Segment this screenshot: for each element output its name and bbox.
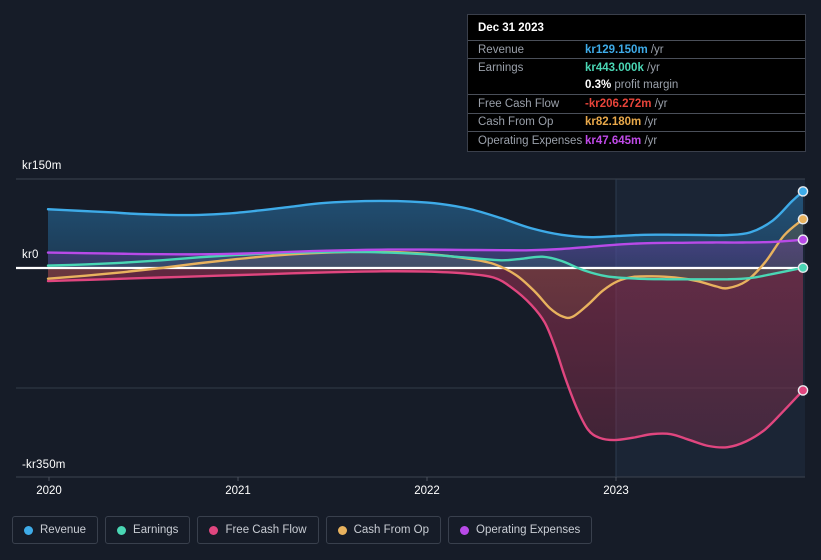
chart-legend: Revenue Earnings Free Cash Flow Cash From O…: [12, 516, 593, 544]
tooltip-row: Earnings kr443.000k /yr: [468, 58, 805, 76]
legend-color-dot: [460, 525, 470, 535]
endpoint-marker-free-cash-flow: [797, 385, 809, 396]
chart-tooltip: Dec 31 2023 Revenue kr129.150m /yr Earning…: [467, 14, 806, 152]
legend-label: Revenue: [40, 524, 87, 536]
x-axis-label-2020: 2020: [36, 485, 62, 497]
legend-label: Free Cash Flow: [225, 524, 307, 536]
y-axis-label-bottom: -kr350m: [22, 459, 66, 471]
legend-item-free-cash-flow[interactable]: Free Cash Flow: [197, 516, 319, 544]
x-axis-label-2023: 2023: [603, 485, 629, 497]
chart-screenshot: kr150m kr0 -kr350m 2020 2021 2022 2023 D…: [0, 0, 821, 560]
legend-item-revenue[interactable]: Revenue: [12, 516, 99, 544]
legend-color-dot: [117, 525, 127, 535]
legend-label: Earnings: [133, 524, 179, 536]
endpoint-marker-revenue: [797, 186, 809, 197]
area-freecashflow: [48, 268, 803, 448]
tooltip-row-value: kr47.645m /yr: [585, 134, 658, 147]
tooltip-row-label: Cash From Op: [478, 116, 554, 129]
legend-label: Cash From Op: [353, 524, 430, 536]
tooltip-row: Cash From Op kr82.180m /yr: [468, 112, 805, 131]
endpoint-marker-cash-from-op: [797, 213, 809, 225]
legend-item-earnings[interactable]: Earnings: [105, 516, 191, 544]
tooltip-row: 0.3% profit margin: [468, 77, 805, 94]
y-axis-label-top: kr150m: [22, 160, 62, 172]
tooltip-row-label: Revenue: [478, 43, 525, 56]
tooltip-row-label: Operating Expenses: [478, 134, 583, 147]
tooltip-row-value: kr443.000k /yr: [585, 62, 660, 75]
tooltip-date: Dec 31 2023: [478, 22, 544, 34]
tooltip-row-value: kr82.180m /yr: [585, 116, 658, 129]
tooltip-row-value: kr129.150m /yr: [585, 43, 664, 56]
y-axis-label-zero: kr0: [22, 249, 39, 261]
x-axis-label-2021: 2021: [225, 485, 251, 497]
x-axis-label-2022: 2022: [414, 485, 440, 497]
tooltip-row: Free Cash Flow -kr206.272m /yr: [468, 94, 805, 112]
legend-label: Operating Expenses: [476, 524, 581, 536]
tooltip-row-value: -kr206.272m /yr: [585, 97, 668, 110]
tooltip-row: Operating Expenses kr47.645m /yr: [468, 130, 805, 149]
legend-color-dot: [337, 525, 347, 535]
endpoint-marker-earnings: [797, 262, 809, 274]
tooltip-row-label: Free Cash Flow: [478, 97, 560, 110]
tooltip-row: Revenue kr129.150m /yr: [468, 40, 805, 58]
tooltip-rows: Revenue kr129.150m /yr Earnings kr443.000k …: [468, 40, 805, 149]
endpoint-marker-operating-expenses: [797, 234, 809, 246]
tooltip-row-value: 0.3% profit margin: [585, 79, 679, 92]
legend-color-dot: [24, 525, 33, 535]
legend-item-cash-from-op[interactable]: Cash From Op: [325, 516, 442, 544]
legend-color-dot: [209, 525, 219, 535]
legend-item-operating-expenses[interactable]: Operating Expenses: [448, 516, 593, 544]
tooltip-row-label: Earnings: [478, 62, 524, 75]
